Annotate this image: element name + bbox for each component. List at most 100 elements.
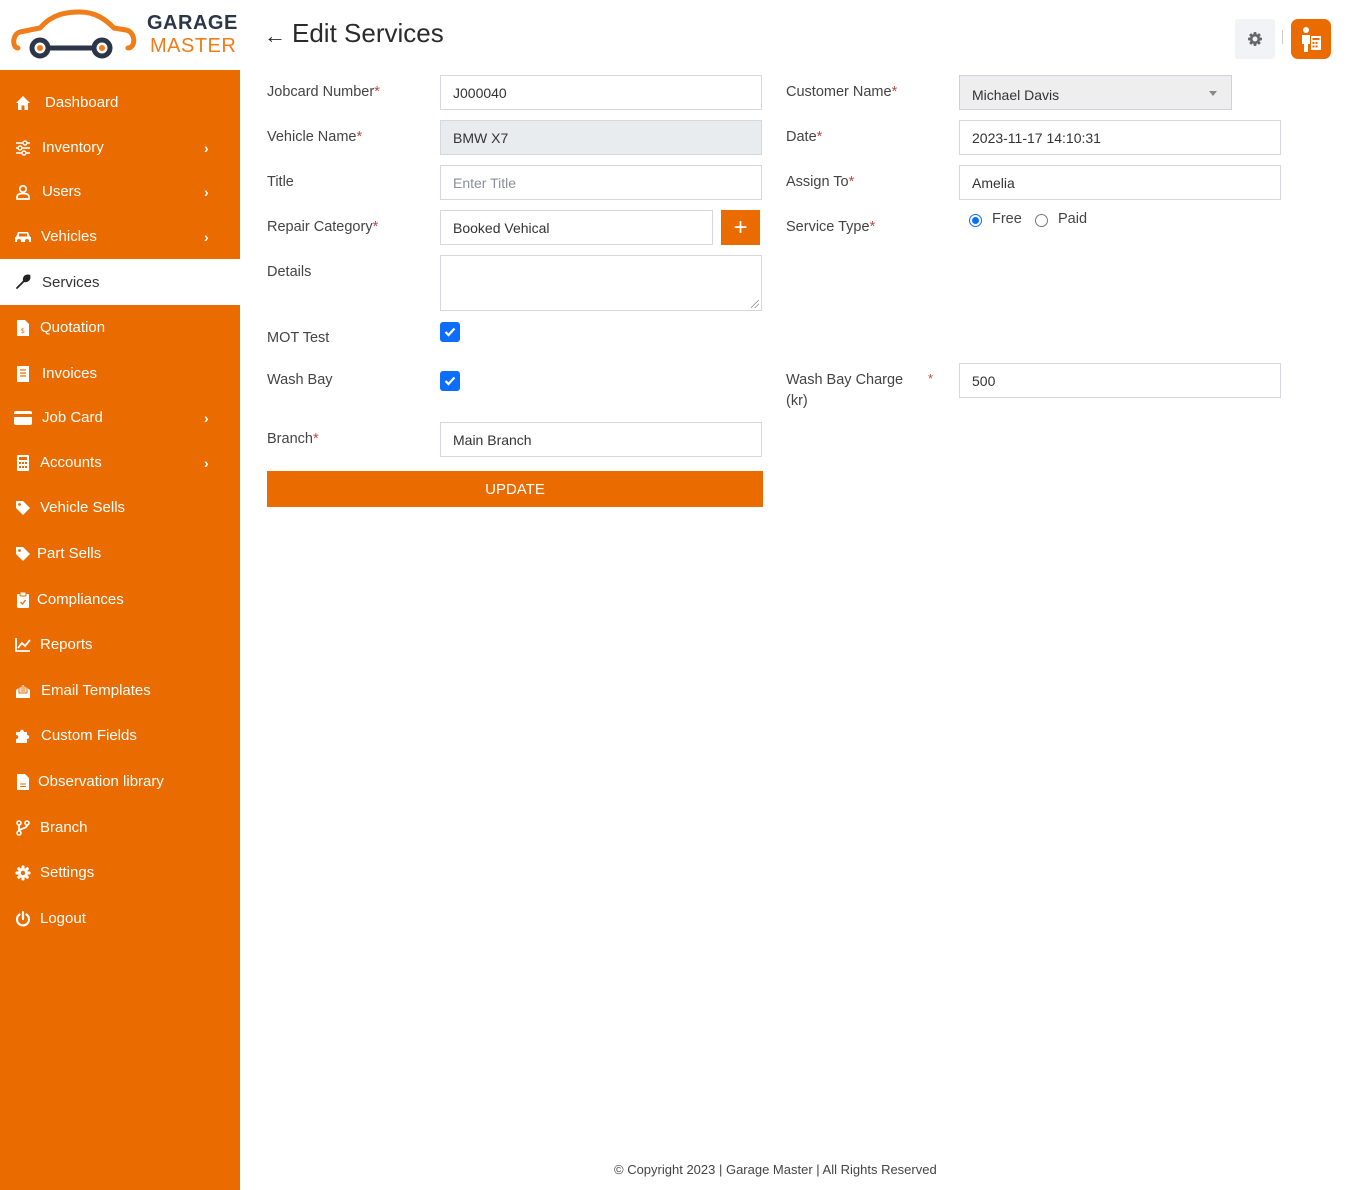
sidebar-item-label: Invoices: [42, 365, 98, 382]
page-title: Edit Services: [292, 18, 444, 48]
sidebar-item-label: Logout: [40, 910, 86, 927]
sidebar-item-dashboard[interactable]: Dashboard: [0, 80, 240, 125]
vehicle-name-label: Vehicle Name*: [267, 129, 363, 145]
check-icon: [444, 376, 456, 386]
vehicle-name-input: BMW X7: [440, 120, 762, 155]
details-label: Details: [267, 264, 312, 280]
sidebar-item-logout[interactable]: Logout: [0, 896, 240, 941]
service-type-paid-radio[interactable]: [1035, 214, 1048, 227]
clipboard-check-icon: [14, 591, 32, 609]
chevron-right-icon: ›: [204, 228, 209, 245]
sidebar-item-label: Inventory: [42, 139, 104, 156]
customer-name-value: Michael Davis: [972, 86, 1060, 103]
date-input[interactable]: 2023-11-17 14:10:31: [959, 120, 1281, 155]
mot-test-label: MOT Test: [267, 330, 330, 346]
sidebar-item-compliances[interactable]: Compliances: [0, 577, 240, 622]
sidebar-item-invoices[interactable]: Invoices: [0, 351, 240, 396]
service-type-paid-label[interactable]: Paid: [1058, 211, 1087, 227]
car-icon: [14, 228, 32, 246]
sidebar-item-users[interactable]: Users ›: [0, 169, 240, 214]
arrow-left-icon[interactable]: ←: [264, 23, 286, 49]
tag-icon: [14, 545, 32, 563]
brand-name-line2: MASTER: [150, 35, 237, 57]
logo[interactable]: GARAGE MASTER: [0, 0, 240, 70]
service-type-free-label[interactable]: Free: [992, 211, 1022, 227]
sidebar-item-observation-library[interactable]: Observation library: [0, 759, 240, 804]
svg-text:$: $: [21, 327, 25, 335]
jobcard-number-input[interactable]: J000040: [440, 75, 762, 110]
assign-to-select[interactable]: Amelia: [959, 165, 1281, 200]
sidebar-item-services[interactable]: Services: [0, 259, 240, 305]
chevron-right-icon: ›: [204, 454, 209, 471]
sidebar-item-part-sells[interactable]: Part Sells: [0, 531, 240, 576]
sidebar-item-branch[interactable]: Branch: [0, 805, 240, 850]
caret-down-icon: [1209, 91, 1217, 96]
gear-icon: [1248, 32, 1262, 46]
receipt-icon: [14, 365, 32, 383]
header-divider: [1282, 30, 1283, 44]
page-header: ← Edit Services: [264, 18, 444, 49]
calculator-icon: [14, 454, 32, 472]
chart-line-icon: [14, 636, 32, 654]
wash-bay-charge-required-mark: *: [928, 371, 934, 386]
sidebar-item-label: Users: [42, 183, 82, 200]
wash-bay-checkbox[interactable]: [440, 371, 460, 391]
update-button[interactable]: UPDATE: [267, 471, 763, 507]
code-branch-icon: [14, 819, 32, 837]
branch-select[interactable]: Main Branch: [440, 422, 762, 457]
power-icon: [14, 910, 32, 928]
service-type-free-radio[interactable]: [969, 214, 982, 227]
mot-test-checkbox[interactable]: [440, 322, 460, 342]
sidebar-item-custom-fields[interactable]: Custom Fields: [0, 713, 240, 758]
sidebar-item-email-templates[interactable]: Email Templates: [0, 668, 240, 713]
puzzle-piece-icon: [14, 727, 32, 745]
sliders-icon: [14, 139, 32, 157]
sidebar-item-vehicle-sells[interactable]: Vehicle Sells: [0, 485, 240, 530]
sidebar-item-label: Branch: [40, 819, 88, 836]
sidebar-item-inventory[interactable]: Inventory ›: [0, 125, 240, 170]
title-input[interactable]: Enter Title: [440, 165, 762, 200]
branch-label: Branch*: [267, 431, 319, 447]
sidebar-item-label: Part Sells: [37, 545, 102, 562]
brand-name-line1: GARAGE: [147, 12, 238, 34]
add-repair-category-button[interactable]: +: [721, 210, 760, 245]
sidebar-item-quotation[interactable]: $ Quotation: [0, 305, 240, 350]
repair-category-label: Repair Category*: [267, 219, 379, 235]
user-icon: [14, 183, 32, 201]
service-type-label: Service Type*: [786, 219, 876, 235]
details-textarea[interactable]: [440, 255, 762, 311]
sidebar-item-settings[interactable]: Settings: [0, 850, 240, 895]
sidebar-item-label: Settings: [40, 864, 95, 881]
settings-button[interactable]: [1235, 19, 1275, 59]
chevron-right-icon: ›: [204, 139, 209, 156]
customer-name-label: Customer Name*: [786, 84, 898, 100]
assign-to-label: Assign To*: [786, 174, 855, 190]
chevron-right-icon: ›: [204, 409, 209, 426]
check-icon: [444, 327, 456, 337]
footer-copyright: © Copyright 2023 | Garage Master | All R…: [614, 1162, 937, 1177]
sidebar-item-label: Compliances: [37, 591, 124, 608]
sidebar: GARAGE MASTER Dashboard Inventory › User…: [0, 0, 240, 1190]
wrench-icon: [14, 273, 32, 291]
file-invoice-dollar-icon: $: [14, 319, 32, 337]
sidebar-item-label: Observation library: [38, 773, 164, 790]
user-profile-button[interactable]: [1291, 19, 1331, 59]
car-wrench-logo-icon: [11, 9, 137, 59]
user-report-icon: [1302, 27, 1321, 52]
chevron-right-icon: ›: [204, 183, 209, 200]
repair-category-select[interactable]: Booked Vehical: [440, 210, 713, 245]
sidebar-item-label: Accounts: [40, 454, 102, 471]
title-label: Title: [267, 174, 294, 190]
wash-bay-charge-input[interactable]: 500: [959, 363, 1281, 398]
sidebar-item-reports[interactable]: Reports: [0, 622, 240, 667]
file-lines-icon: [14, 773, 32, 791]
customer-name-select[interactable]: Michael Davis: [959, 75, 1232, 110]
wash-bay-label: Wash Bay: [267, 372, 333, 388]
sidebar-item-vehicles[interactable]: Vehicles ›: [0, 214, 240, 259]
wash-bay-charge-unit-label: (kr): [786, 393, 808, 409]
sidebar-item-accounts[interactable]: Accounts ›: [0, 440, 240, 485]
sidebar-item-job-card[interactable]: Job Card ›: [0, 395, 240, 440]
resize-grip-icon[interactable]: [751, 300, 759, 308]
sidebar-item-label: Services: [42, 273, 100, 291]
sidebar-item-label: Vehicles: [41, 228, 97, 245]
